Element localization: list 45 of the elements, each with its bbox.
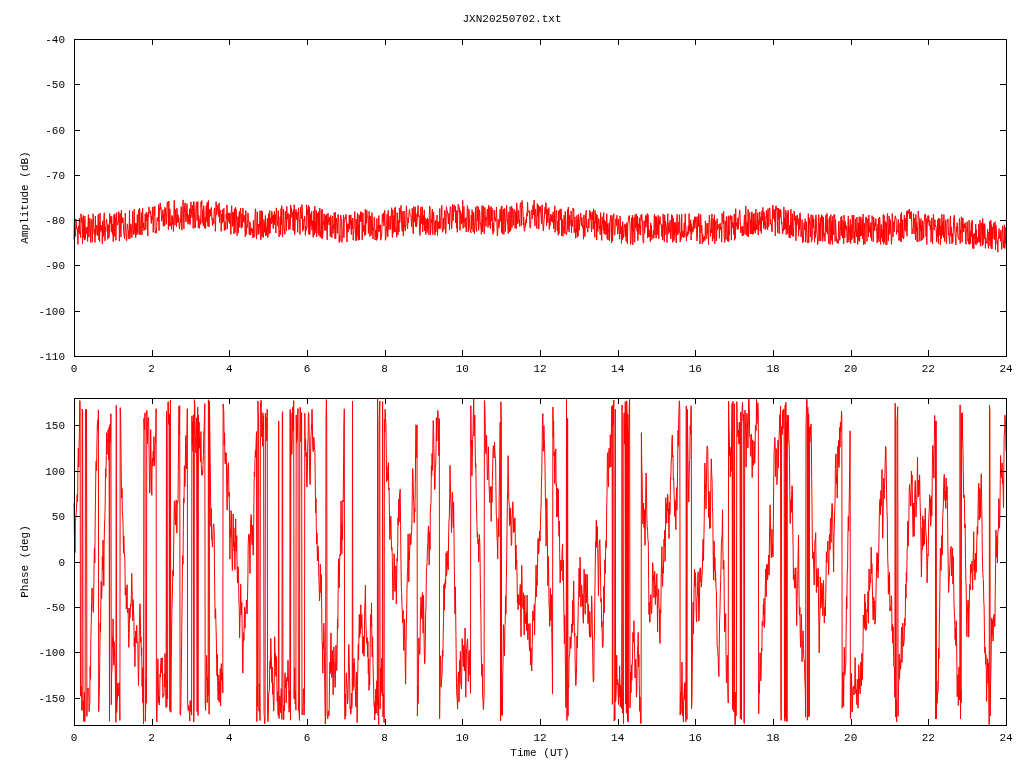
axis-label: Phase (deg) (19, 525, 31, 598)
tick-label: 12 (533, 732, 547, 744)
tick-label: 16 (688, 363, 702, 375)
tick-label: 0 (70, 363, 78, 375)
tick-label: 2 (148, 363, 155, 375)
tick-label: 50 (51, 511, 65, 524)
tick-label: 10 (455, 732, 469, 744)
tick-label: 10 (455, 363, 469, 375)
tick-label: 6 (303, 732, 311, 744)
tick-label: 18 (766, 732, 780, 744)
tick-label: -110 (38, 351, 65, 363)
tick-label: 14 (611, 363, 625, 375)
tick-label: -150 (38, 692, 65, 705)
tick-label: 22 (921, 363, 935, 375)
tick-label: -60 (45, 124, 65, 137)
tick-label: 20 (844, 363, 858, 375)
tick-label: 22 (921, 732, 935, 744)
tick-label: 0 (70, 732, 78, 744)
tick-label: -80 (45, 215, 65, 228)
tick-label: -100 (38, 305, 65, 318)
chart-title: JXN20250702.txt (462, 13, 562, 25)
tick-label: 16 (688, 732, 702, 744)
axis-label: Amplitude (dB) (19, 151, 31, 244)
tick-label: 12 (533, 363, 547, 375)
axis-label: Time (UT) (510, 746, 570, 760)
tick-label: 2 (148, 732, 155, 744)
tick-label: 14 (611, 732, 625, 744)
tick-label: 8 (381, 732, 388, 744)
tick-label: -50 (45, 601, 65, 614)
tick-label: 24 (999, 363, 1013, 375)
tick-label: 20 (844, 732, 858, 744)
tick-label: 24 (999, 732, 1013, 744)
tick-label: 6 (303, 363, 311, 375)
tick-label: 4 (226, 363, 233, 375)
tick-label: 150 (45, 420, 65, 433)
tick-label: -70 (45, 169, 65, 182)
tick-label: -40 (45, 34, 65, 46)
tick-label: 8 (381, 363, 388, 375)
tick-label: 18 (766, 363, 780, 375)
tick-label: -50 (45, 79, 65, 92)
tick-label: 0 (58, 556, 65, 569)
tick-label: -90 (45, 260, 65, 273)
tick-label: 4 (226, 732, 233, 744)
tick-label: 100 (45, 465, 65, 478)
tick-label: -100 (38, 647, 65, 660)
